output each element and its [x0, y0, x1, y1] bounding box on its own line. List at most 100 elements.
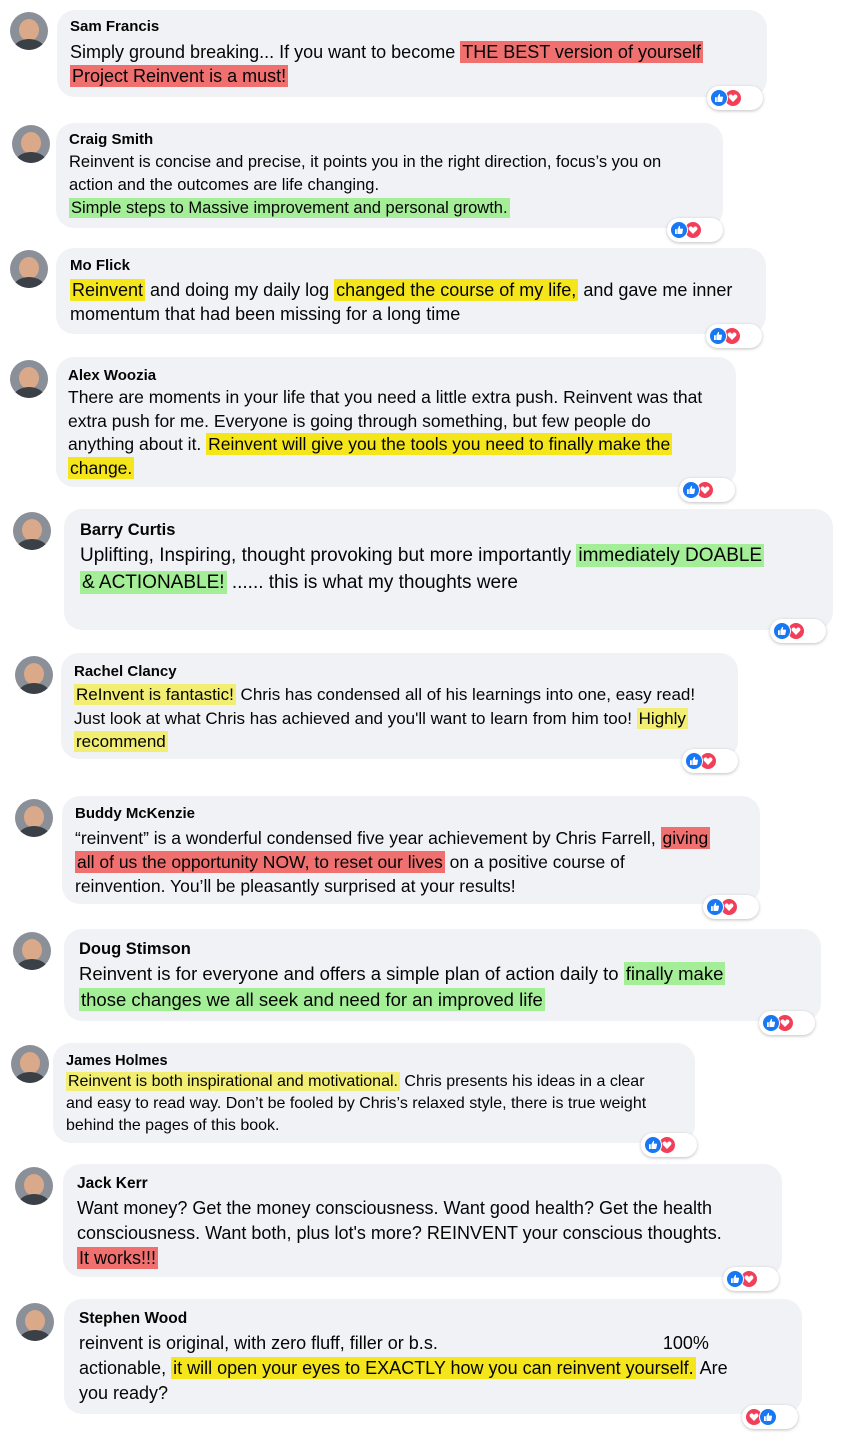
text-segment: Chris presents his ideas in a clear	[399, 1073, 645, 1090]
reactions[interactable]	[723, 1267, 779, 1291]
thumbs-up-icon	[759, 1408, 777, 1426]
avatar[interactable]	[13, 932, 51, 970]
comment-line: reinvention. You’ll be pleasantly surpri…	[75, 874, 710, 898]
commenter-name[interactable]: Barry Curtis	[80, 521, 175, 540]
comment-line: Simple steps to Massive improvement and …	[69, 197, 661, 220]
thumbs-up-icon	[670, 221, 688, 239]
comment-text: Uplifting, Inspiring, thought provoking …	[80, 542, 765, 596]
text-segment: you ready?	[79, 1383, 169, 1403]
comment-line: “reinvent” is a wonderful condensed five…	[75, 826, 711, 850]
thumbs-up-icon	[726, 1270, 744, 1288]
highlighted-text: & ACTIONABLE!	[80, 571, 227, 594]
commenter-name[interactable]: Mo Flick	[70, 257, 130, 274]
text-segment: “reinvent” is a wonderful condensed five…	[75, 828, 661, 848]
thumbs-up-icon	[773, 622, 791, 640]
thumbs-up-icon	[682, 481, 700, 499]
comment-line: recommend	[74, 730, 695, 754]
commenter-name[interactable]: Jack Kerr	[77, 1175, 148, 1193]
comment-line: action and the outcomes are life changin…	[69, 174, 661, 197]
reactions[interactable]	[641, 1133, 697, 1157]
comment-line: Simply ground breaking... If you want to…	[70, 40, 703, 64]
comment-line: extra push for me. Everyone is going thr…	[68, 410, 702, 434]
comment-line: Reinvent and doing my daily log changed …	[70, 278, 732, 302]
text-segment: Uplifting, Inspiring, thought provoking …	[80, 545, 577, 566]
avatar[interactable]	[12, 125, 50, 163]
comment-line: actionable, it will open your eyes to EX…	[79, 1356, 728, 1381]
highlighted-text: immediately DOABLE	[576, 544, 765, 567]
avatar[interactable]	[11, 1045, 49, 1083]
text-segment: extra push for me. Everyone is going thr…	[68, 410, 651, 431]
text-segment: 100%	[662, 1333, 709, 1353]
reactions[interactable]	[707, 86, 763, 110]
reactions[interactable]	[679, 478, 735, 502]
comment-line: ReInvent is fantastic! Chris has condens…	[74, 683, 695, 707]
comment-text: Want money? Get the money consciousness.…	[77, 1196, 722, 1271]
text-segment: Chris has condensed all of his learnings…	[235, 685, 696, 704]
comment-line: Reinvent is concise and precise, it poin…	[69, 151, 661, 174]
avatar[interactable]	[15, 799, 53, 837]
text-segment: reinvent is original, with zero fluff, f…	[79, 1333, 438, 1353]
avatar[interactable]	[10, 12, 48, 50]
avatar[interactable]	[15, 656, 53, 694]
reactions[interactable]	[706, 324, 762, 348]
reactions[interactable]	[742, 1405, 798, 1429]
text-segment: and doing my daily log	[145, 280, 335, 300]
comment-line: and easy to read way. Don’t be fooled by…	[66, 1093, 646, 1115]
comment-line: behind the pages of this book.	[66, 1115, 646, 1137]
highlighted-text: Simple steps to Massive improvement and …	[69, 198, 510, 218]
reactions[interactable]	[667, 218, 723, 242]
highlighted-text: Project Reinvent is a must!	[70, 65, 289, 87]
avatar[interactable]	[16, 1303, 54, 1341]
comment-line: you ready?	[79, 1381, 728, 1406]
comment-line: Reinvent is both inspirational and motiv…	[66, 1071, 646, 1093]
highlighted-text: it will open your eyes to EXACTLY how yo…	[171, 1357, 696, 1379]
commenter-name[interactable]: Doug Stimson	[79, 940, 191, 959]
commenter-name[interactable]: Craig Smith	[69, 131, 153, 148]
text-segment: consciousness. Want both, plus lot's mor…	[77, 1223, 722, 1243]
comment-text: Simply ground breaking... If you want to…	[70, 40, 703, 88]
thumbs-up-icon	[762, 1014, 780, 1032]
commenter-name[interactable]: Rachel Clancy	[74, 663, 177, 680]
avatar[interactable]	[13, 512, 51, 550]
highlighted-text: Highly	[636, 707, 688, 729]
comment-text: Reinvent is concise and precise, it poin…	[69, 151, 661, 220]
reactions[interactable]	[759, 1011, 815, 1035]
reactions[interactable]	[770, 619, 826, 643]
highlighted-text: THE BEST version of yourself	[460, 41, 703, 63]
avatar[interactable]	[10, 360, 48, 398]
avatar[interactable]	[10, 250, 48, 288]
comment-line: anything about it. Reinvent will give yo…	[68, 433, 702, 457]
commenter-name[interactable]: Stephen Wood	[79, 1310, 187, 1328]
commenter-name[interactable]: Sam Francis	[70, 18, 159, 35]
text-segment: momentum that had been missing for a lon…	[70, 304, 461, 324]
comment-line: Want money? Get the money consciousness.…	[77, 1196, 722, 1221]
commenter-name[interactable]: Buddy McKenzie	[75, 805, 195, 822]
highlighted-text: ReInvent is fantastic!	[74, 684, 236, 705]
highlighted-text: change.	[68, 456, 135, 479]
text-segment: Simply ground breaking... If you want to…	[70, 42, 461, 62]
reactions[interactable]	[682, 749, 738, 773]
avatar[interactable]	[15, 1167, 53, 1205]
text-segment: Want money? Get the money consciousness.…	[77, 1198, 713, 1218]
comment-line: reinvent is original, with zero fluff, f…	[79, 1331, 728, 1356]
commenter-name[interactable]: Alex Woozia	[68, 367, 156, 384]
comment-text: Reinvent is both inspirational and motiv…	[66, 1071, 646, 1137]
thumbs-up-icon	[685, 752, 703, 770]
thumbs-up-icon	[710, 89, 728, 107]
comment-text: ReInvent is fantastic! Chris has condens…	[74, 683, 695, 754]
comment-line: consciousness. Want both, plus lot's mor…	[77, 1221, 722, 1246]
comment-text: There are moments in your life that you …	[68, 386, 702, 480]
text-segment: on a positive course of	[444, 852, 625, 872]
text-segment: reinvention. You’ll be pleasantly surpri…	[75, 876, 516, 896]
text-segment: action and the outcomes are life changin…	[69, 176, 380, 194]
highlighted-text: Reinvent	[70, 279, 146, 301]
commenter-name[interactable]: James Holmes	[66, 1053, 168, 1069]
thumbs-up-icon	[644, 1136, 662, 1154]
text-segment: behind the pages of this book.	[66, 1117, 280, 1134]
comment-line: momentum that had been missing for a lon…	[70, 302, 732, 326]
thumbs-up-icon	[709, 327, 727, 345]
comment-line: all of us the opportunity NOW, to reset …	[75, 850, 710, 874]
reactions[interactable]	[703, 895, 759, 919]
comment-line: & ACTIONABLE! ...... this is what my tho…	[80, 569, 764, 596]
highlighted-text: giving	[660, 827, 711, 849]
